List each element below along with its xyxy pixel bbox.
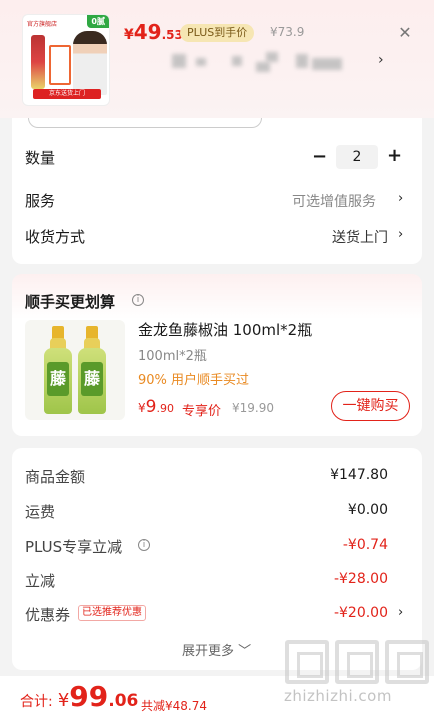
quantity-minus-button[interactable]: − [312, 146, 327, 167]
close-icon[interactable]: ✕ [396, 24, 414, 42]
bundle-product-name[interactable]: 金龙鱼藤椒油 100ml*2瓶 [138, 319, 312, 340]
total-label: 合计: [20, 694, 53, 710]
thumb-store-label: 官方旗舰店 [27, 21, 58, 28]
spec-blurred [256, 62, 270, 72]
oil-bottle-image [31, 35, 45, 89]
spec-blurred [296, 54, 308, 68]
service-value[interactable]: 可选增值服务 [292, 191, 376, 211]
spec-chevron-icon[interactable]: › [378, 52, 384, 68]
bundle-title: 顺手买更划算 [25, 293, 116, 311]
plus-price-tag: PLUS到手价 [180, 24, 255, 42]
total-decimal: .06 [108, 691, 139, 711]
coupon-value[interactable]: -¥20.00 [334, 605, 388, 621]
one-click-buy-button[interactable]: 一键购买 [331, 391, 410, 421]
service-label: 服务 [25, 192, 56, 210]
shipping-label: 收货方式 [25, 228, 86, 246]
cost-row-label: 运费 [25, 503, 56, 521]
cost-row-label: 立减 [25, 572, 56, 590]
expand-more-button[interactable]: 展开更多 ﹀ [182, 640, 251, 659]
total-price: 合计: ¥99.06 [20, 680, 138, 713]
spokesperson-image [73, 31, 107, 95]
spec-blurred [196, 58, 206, 66]
thumb-badge: 0腻 [87, 15, 109, 28]
total-discount: 共减¥48.74 [141, 699, 207, 713]
spec-blurred [266, 52, 278, 62]
info-icon[interactable]: i [138, 539, 150, 551]
bundle-buy-rate: 90% 用户顺手买过 [138, 373, 250, 388]
bundle-price: ¥9.90 [138, 397, 174, 417]
thumb-footer: 京东送货上门 [33, 89, 101, 99]
info-icon[interactable]: i [132, 294, 144, 306]
bundle-product-image[interactable]: 藤 藤 [25, 320, 125, 420]
quantity-input[interactable]: 2 [336, 145, 378, 169]
coupon-recommended-tag: 已选推荐优惠 [78, 605, 146, 621]
total-integer: 99 [69, 680, 109, 713]
cost-row-value: ¥0.00 [347, 502, 388, 518]
price-currency: ¥ [124, 27, 134, 43]
product-price: ¥49.53 [124, 20, 183, 44]
total-currency: ¥ [57, 690, 70, 711]
coupon-label: 优惠券 [25, 606, 71, 624]
spec-blurred [312, 58, 342, 70]
shipping-value[interactable]: 送货上门 [332, 227, 388, 247]
spec-blurred[interactable] [172, 54, 186, 68]
product-thumbnail[interactable]: 官方旗舰店 0腻 京东送货上门 [22, 14, 110, 106]
oil-bottle-image: 藤 [77, 326, 107, 414]
cost-row-label: PLUS专享立减 [25, 538, 123, 556]
quantity-label: 数量 [25, 149, 56, 167]
bundle-original-price: ¥19.90 [232, 401, 274, 415]
price-currency: ¥ [138, 401, 146, 415]
watermark-logo [285, 640, 431, 688]
cost-row-value: -¥0.74 [342, 537, 388, 553]
spec-pill-edge [28, 118, 262, 128]
bundle-exclusive-label: 专享价 [182, 404, 222, 419]
price-decimal: .90 [156, 402, 174, 415]
quantity-plus-button[interactable]: + [387, 145, 402, 166]
price-integer: 9 [145, 397, 157, 417]
original-price: ¥73.9 [270, 25, 305, 39]
cost-row-value: -¥28.00 [333, 571, 388, 587]
service-chevron-icon[interactable]: › [398, 191, 403, 206]
oil-bottle-image: 藤 [43, 326, 73, 414]
price-integer: 49 [133, 20, 162, 44]
shipping-chevron-icon[interactable]: › [398, 227, 403, 242]
coupon-chevron-icon[interactable]: › [398, 605, 403, 620]
bundle-product-spec: 100ml*2瓶 [138, 349, 207, 364]
cost-row-value: ¥147.80 [330, 467, 388, 483]
spec-blurred [232, 56, 242, 66]
oil-box-image [49, 45, 71, 85]
cost-row-label: 商品金额 [25, 468, 86, 486]
watermark-text: zhizhizhi.com [284, 687, 392, 705]
